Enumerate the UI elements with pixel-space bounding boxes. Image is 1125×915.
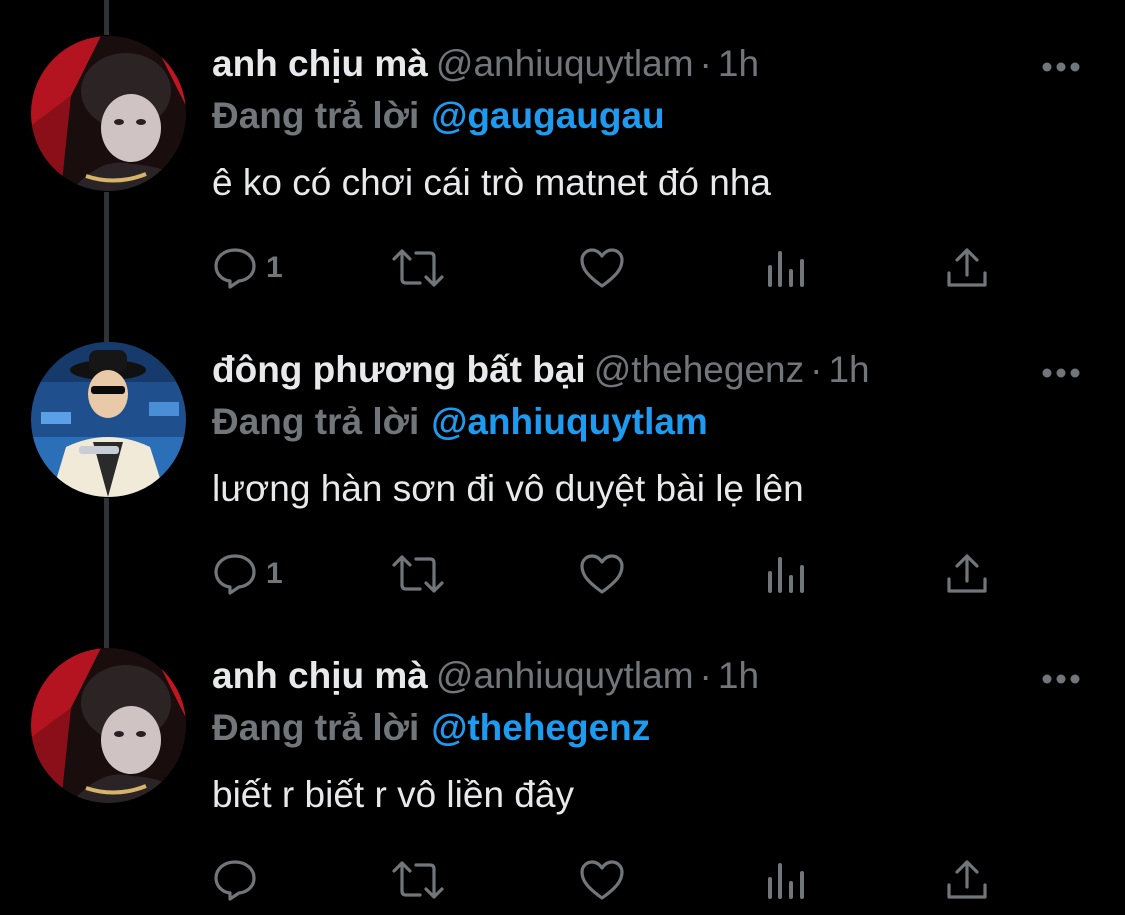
replying-to-label: Đang trả lời <box>212 707 420 748</box>
user-handle[interactable]: @anhiuquytlam <box>436 43 694 84</box>
avatar[interactable] <box>31 648 186 803</box>
reply-icon <box>212 245 258 291</box>
reply-icon <box>212 551 258 597</box>
share-icon <box>944 245 990 291</box>
user-handle[interactable]: @thehegenz <box>594 349 804 390</box>
tweet-text: lương hàn sơn đi vô duyệt bài lẹ lên <box>212 468 804 509</box>
tweet[interactable]: đông phương bất bại @thehegenz · 1h Đang tr… <box>0 306 1125 612</box>
timestamp[interactable]: 1h <box>718 655 759 696</box>
reply-button[interactable]: 1 <box>212 549 283 599</box>
retweet-button[interactable] <box>390 855 446 905</box>
action-bar: 1 <box>212 549 1012 599</box>
reply-count: 1 <box>266 251 283 284</box>
views-icon <box>764 857 808 903</box>
display-name[interactable]: đông phương bất bại <box>212 349 586 390</box>
tweet-header: anh chịu mà @anhiuquytlam · 1h <box>212 654 759 698</box>
like-icon <box>578 857 626 903</box>
share-icon <box>944 551 990 597</box>
share-icon <box>944 857 990 903</box>
reply-button[interactable] <box>212 855 266 905</box>
like-button[interactable] <box>578 549 626 599</box>
retweet-button[interactable] <box>390 243 446 293</box>
reply-mention-link[interactable]: @anhiuquytlam <box>431 401 708 442</box>
separator: · <box>699 43 712 84</box>
retweet-icon <box>390 245 446 291</box>
tweet-text: ê ko có chơi cái trò matnet đó nha <box>212 162 772 203</box>
like-icon <box>578 551 626 597</box>
tweet[interactable]: anh chịu mà @anhiuquytlam · 1h Đang trả lời… <box>0 0 1125 306</box>
replying-to-label: Đang trả lời <box>212 95 420 136</box>
user-handle[interactable]: @anhiuquytlam <box>436 655 694 696</box>
views-icon <box>764 245 808 291</box>
replying-to-label: Đang trả lời <box>212 401 420 442</box>
views-button[interactable] <box>764 855 808 905</box>
action-bar <box>212 855 1012 905</box>
tweet-text: biết r biết r vô liền đây <box>212 774 574 815</box>
views-button[interactable] <box>764 243 808 293</box>
retweet-icon <box>390 857 446 903</box>
retweet-button[interactable] <box>390 549 446 599</box>
tweet-header: anh chịu mà @anhiuquytlam · 1h <box>212 42 759 86</box>
avatar[interactable] <box>31 342 186 497</box>
reply-button[interactable]: 1 <box>212 243 283 293</box>
timestamp[interactable]: 1h <box>718 43 759 84</box>
separator: · <box>810 349 823 390</box>
display-name[interactable]: anh chịu mà <box>212 43 428 84</box>
share-button[interactable] <box>944 549 990 599</box>
views-icon <box>764 551 808 597</box>
tweet-header: đông phương bất bại @thehegenz · 1h <box>212 348 870 392</box>
reply-count: 1 <box>266 557 283 590</box>
share-button[interactable] <box>944 243 990 293</box>
reply-thread-feed: anh chịu mà @anhiuquytlam · 1h Đang trả lời… <box>0 0 1125 915</box>
more-icon[interactable] <box>1041 60 1081 72</box>
tweet[interactable]: anh chịu mà @anhiuquytlam · 1h Đang trả lời… <box>0 612 1125 915</box>
reply-mention-link[interactable]: @gaugaugau <box>431 95 664 136</box>
timestamp[interactable]: 1h <box>828 349 869 390</box>
avatar[interactable] <box>31 36 186 191</box>
reply-icon <box>212 857 258 903</box>
display-name[interactable]: anh chịu mà <box>212 655 428 696</box>
replying-to: Đang trả lời @gaugaugau <box>212 94 665 138</box>
share-button[interactable] <box>944 855 990 905</box>
replying-to: Đang trả lời @anhiuquytlam <box>212 400 708 444</box>
like-icon <box>578 245 626 291</box>
views-button[interactable] <box>764 549 808 599</box>
like-button[interactable] <box>578 243 626 293</box>
reply-mention-link[interactable]: @thehegenz <box>431 707 650 748</box>
more-icon[interactable] <box>1041 672 1081 684</box>
separator: · <box>699 655 712 696</box>
like-button[interactable] <box>578 855 626 905</box>
more-icon[interactable] <box>1041 366 1081 378</box>
replying-to: Đang trả lời @thehegenz <box>212 706 650 750</box>
retweet-icon <box>390 551 446 597</box>
action-bar: 1 <box>212 243 1012 293</box>
